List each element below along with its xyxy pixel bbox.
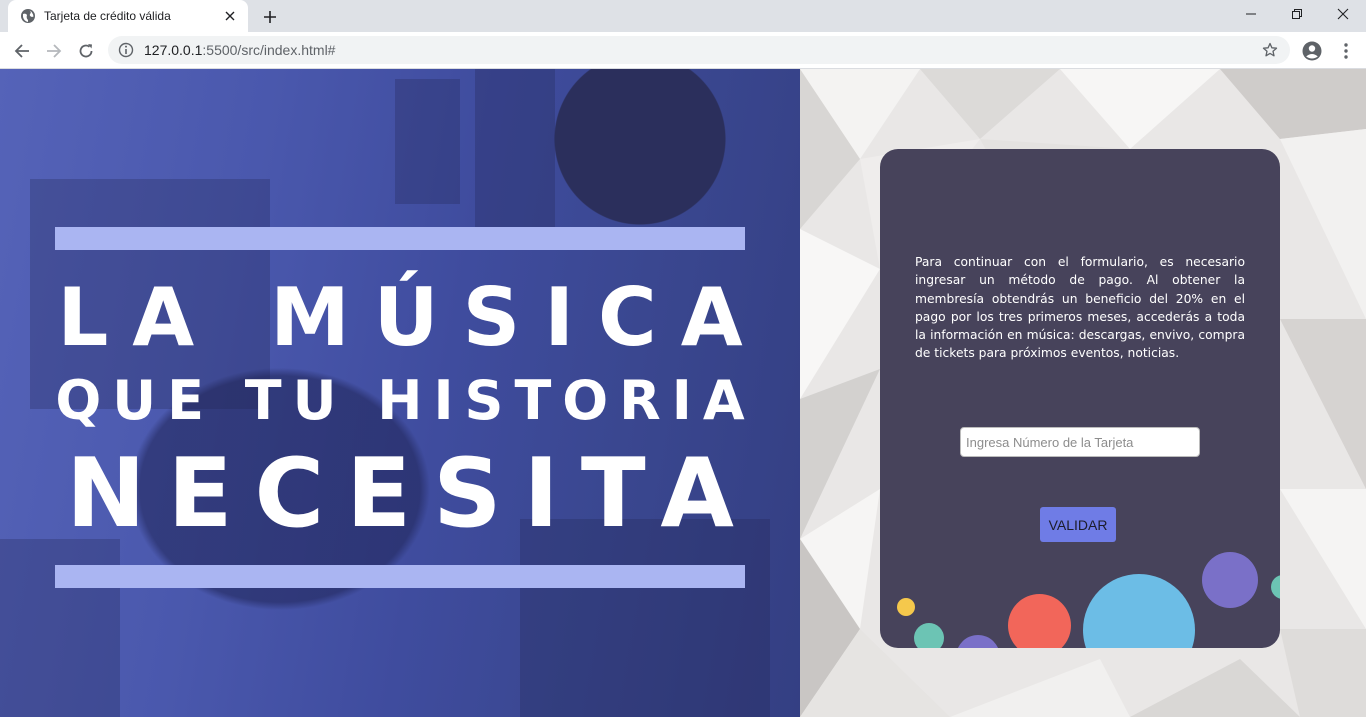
star-icon[interactable]: [1260, 40, 1280, 60]
window-close-icon[interactable]: [1320, 0, 1366, 28]
browser-tabstrip: Tarjeta de crédito válida: [0, 0, 1366, 32]
hero-line-2: QUE TU HISTORIA: [55, 369, 756, 432]
restore-icon[interactable]: [1274, 0, 1320, 28]
decorative-bubble: [956, 635, 1000, 648]
decorative-bubble: [1083, 574, 1195, 648]
more-vert-icon[interactable]: [1332, 37, 1360, 65]
info-icon[interactable]: [118, 42, 134, 58]
hero-poster-shape: [475, 69, 555, 229]
decorative-bubble: [1271, 575, 1280, 599]
hero-line-3: NECESITA: [66, 439, 756, 549]
validate-button[interactable]: VALIDAR: [1040, 507, 1116, 542]
payment-card: Para continuar con el formulario, es nec…: [880, 149, 1280, 648]
hero-poster-shape: [395, 79, 460, 204]
decorative-bubble: [914, 623, 944, 648]
url-text: 127.0.0.1:5500/src/index.html#: [144, 42, 1260, 58]
decorative-bubble: [1202, 552, 1258, 608]
globe-icon: [20, 8, 36, 24]
new-tab-button[interactable]: [258, 5, 282, 29]
card-number-input[interactable]: [960, 427, 1200, 457]
address-bar[interactable]: 127.0.0.1:5500/src/index.html#: [108, 36, 1290, 64]
url-host: 127.0.0.1: [144, 42, 203, 58]
membership-description: Para continuar con el formulario, es nec…: [915, 255, 1245, 361]
hero-bottom-bar: [55, 565, 745, 588]
decorative-bubble: [897, 598, 915, 616]
browser-tab[interactable]: Tarjeta de crédito válida: [8, 0, 248, 32]
minimize-icon[interactable]: [1228, 0, 1274, 28]
reload-icon[interactable]: [72, 37, 100, 65]
forward-arrow-icon[interactable]: [40, 37, 68, 65]
url-path: :5500/src/index.html#: [202, 42, 336, 58]
browser-toolbar: 127.0.0.1:5500/src/index.html#: [0, 32, 1366, 69]
account-icon[interactable]: [1298, 37, 1326, 65]
page-viewport: LA MÚSICA QUE TU HISTORIA NECESITA Para …: [0, 69, 1366, 717]
hero-line-1: LA MÚSICA: [57, 271, 767, 364]
back-arrow-icon[interactable]: [8, 37, 36, 65]
hero-banner: LA MÚSICA QUE TU HISTORIA NECESITA: [0, 69, 800, 717]
tab-title: Tarjeta de crédito válida: [44, 9, 171, 23]
close-icon[interactable]: [222, 8, 238, 24]
decorative-bubble: [1008, 594, 1071, 648]
hero-top-bar: [55, 227, 745, 250]
